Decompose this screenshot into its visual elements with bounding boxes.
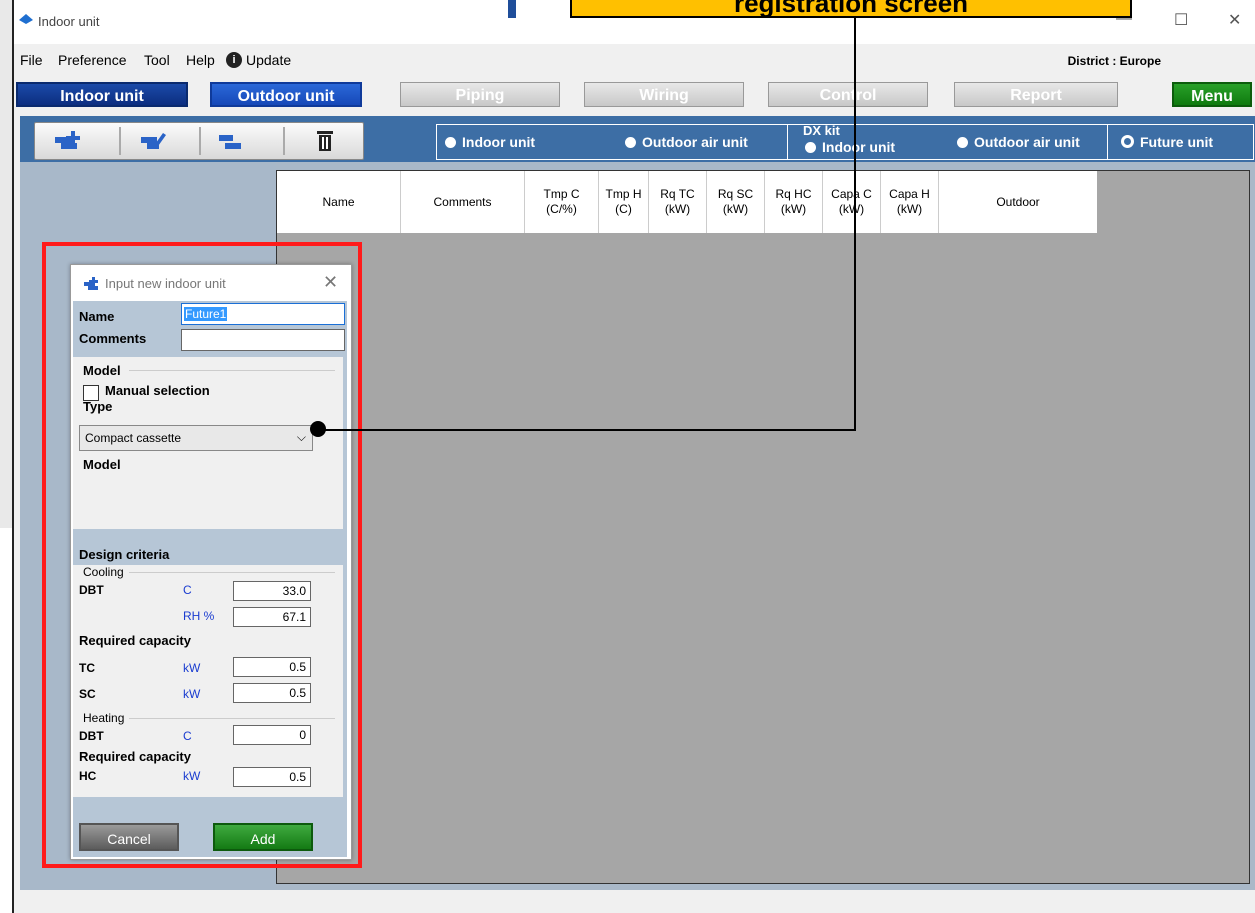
nav-piping[interactable]: Piping [400,82,560,107]
callout-label: registration screen [570,0,1132,18]
menu-bar: File Preference Tool Help i Update Distr… [14,48,1255,72]
radio-outdoor-air-unit[interactable]: Outdoor air unit [625,134,748,150]
radio-dot-icon [445,137,456,148]
menu-update[interactable]: Update [246,52,291,68]
radio-divider [787,125,788,159]
radio-dot-icon [625,137,636,148]
nav-indoor-unit[interactable]: Indoor unit [16,82,188,107]
grid-header: Name Comments Tmp C (C/%) Tmp H (C) Rq T… [277,171,1097,233]
radio-label: Future unit [1140,134,1214,150]
radio-divider [1107,125,1108,159]
callout-dot [310,421,326,437]
radio-label: Indoor unit [822,139,896,155]
district-label: District : Europe [1067,54,1161,68]
status-bar [20,890,1255,913]
radio-dx-outdoor-air-unit[interactable]: Outdoor air unit [957,134,1080,150]
radio-indoor-unit[interactable]: Indoor unit [445,134,535,150]
toolbar: Indoor unit Outdoor air unit DX kit Indo… [20,116,1255,162]
column-header-capa-h[interactable]: Capa H (kW) [881,171,939,233]
dx-kit-label: DX kit [803,123,840,138]
column-header-name[interactable]: Name [277,171,401,233]
nav-bar: Indoor unit Outdoor unit Piping Wiring C… [14,80,1255,110]
callout-line-horizontal [322,429,856,431]
nav-wiring[interactable]: Wiring [584,82,744,107]
nav-control[interactable]: Control [768,82,928,107]
radio-dot-icon [805,142,816,153]
maximize-icon[interactable]: ☐ [1174,10,1188,30]
column-header-rq-sc[interactable]: Rq SC (kW) [707,171,765,233]
nav-outdoor-unit[interactable]: Outdoor unit [210,82,362,107]
info-icon: i [226,52,242,68]
radio-label: Outdoor air unit [974,134,1080,150]
column-header-tmp-h[interactable]: Tmp H (C) [599,171,649,233]
column-header-tmp-c[interactable]: Tmp C (C/%) [525,171,599,233]
menu-preference[interactable]: Preference [58,52,126,68]
column-header-outdoor[interactable]: Outdoor [939,171,1097,233]
radio-future-unit[interactable]: Future unit [1121,134,1213,150]
edit-unit-icon[interactable] [139,129,167,153]
app-icon [19,14,33,24]
toolbar-separator [199,127,201,155]
radio-label: Indoor unit [462,134,536,150]
add-unit-icon[interactable] [53,129,81,153]
window-title: Indoor unit [38,14,100,29]
menu-tool[interactable]: Tool [144,52,170,68]
radio-dot-icon [957,137,968,148]
unit-type-radio-group: Indoor unit Outdoor air unit DX kit Indo… [436,123,1254,160]
callout-accent [508,0,516,18]
copy-unit-icon[interactable] [217,129,245,153]
nav-menu[interactable]: Menu [1172,82,1252,107]
callout-line-vertical [854,18,856,430]
column-header-comments[interactable]: Comments [401,171,525,233]
menu-help[interactable]: Help [186,52,215,68]
column-header-rq-hc[interactable]: Rq HC (kW) [765,171,823,233]
menu-file[interactable]: File [20,52,43,68]
toolbar-separator [283,127,285,155]
column-header-rq-tc[interactable]: Rq TC (kW) [649,171,707,233]
radio-label: Outdoor air unit [642,134,748,150]
nav-report[interactable]: Report [954,82,1118,107]
radio-selected-icon [1121,135,1134,148]
toolbar-button-group [34,122,364,160]
highlight-box [42,242,362,868]
toolbar-separator [119,127,121,155]
unit-grid[interactable]: Name Comments Tmp C (C/%) Tmp H (C) Rq T… [276,170,1250,884]
column-header-capa-c[interactable]: Capa C (kW) [823,171,881,233]
radio-dx-indoor-unit[interactable]: Indoor unit [805,139,895,155]
trash-icon[interactable] [311,129,339,153]
background-window-lower [0,528,12,913]
close-icon[interactable]: ✕ [1228,10,1241,30]
